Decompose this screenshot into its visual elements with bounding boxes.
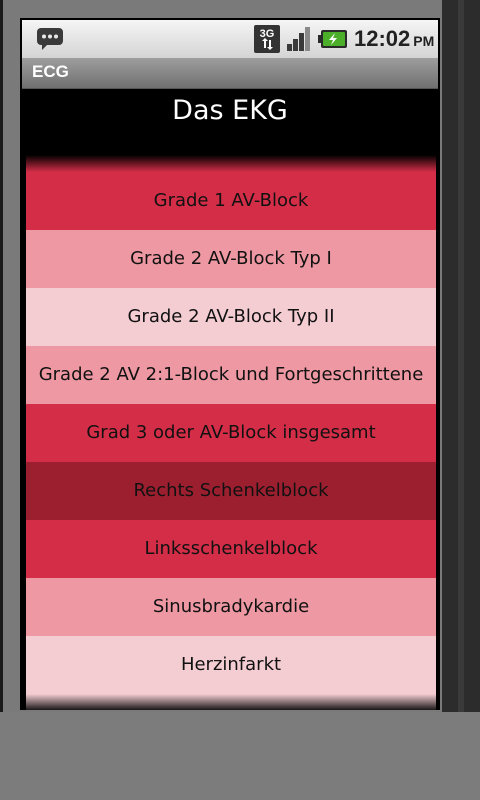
list-item[interactable]: Grade 2 AV-Block Typ II: [26, 288, 436, 346]
list-item[interactable]: Grade 2 AV 2:1-Block und Fortgeschritten…: [26, 346, 436, 404]
battery-charging-icon: [318, 30, 347, 48]
list-top-fade: [26, 155, 436, 172]
3g-data-icon: 3G: [254, 25, 280, 53]
app-title: ECG: [32, 62, 69, 81]
frame-right-rail: [458, 0, 464, 712]
list-item[interactable]: Herzinfarkt: [26, 636, 436, 694]
list-item[interactable]: Linksschenkelblock: [26, 520, 436, 578]
status-clock: 12:02 PM: [354, 26, 434, 52]
list-item[interactable]: Grade 2 AV-Block Typ I: [26, 230, 436, 288]
message-icon[interactable]: [36, 27, 64, 51]
list-bottom-fade: [26, 694, 436, 710]
list-item[interactable]: Grade 1 AV-Block: [26, 172, 436, 230]
page-header: Das EKG: [22, 89, 438, 155]
list-item[interactable]: Sinusbradykardie: [26, 578, 436, 636]
app-title-bar: ECG: [22, 58, 438, 89]
list-item[interactable]: Rechts Schenkelblock: [26, 462, 436, 520]
page-title: Das EKG: [172, 95, 288, 126]
frame-right-strip: [442, 0, 480, 712]
ecg-topic-list: Grade 1 AV-Block Grade 2 AV-Block Typ I …: [26, 172, 436, 694]
frame-left-edge: [0, 0, 3, 712]
network-type-label: 3G: [260, 28, 275, 40]
list-item[interactable]: Grad 3 oder AV-Block insgesamt: [26, 404, 436, 462]
signal-icon: [287, 27, 310, 51]
clock-ampm: PM: [413, 33, 435, 49]
clock-time: 12:02: [354, 26, 411, 51]
status-bar: 3G 12:02 PM: [22, 20, 438, 58]
frame-bottom-area: [0, 712, 480, 800]
phone-screen: 3G 12:02 PM ECG Das EKG Grade 1 AV-Block…: [20, 18, 440, 710]
